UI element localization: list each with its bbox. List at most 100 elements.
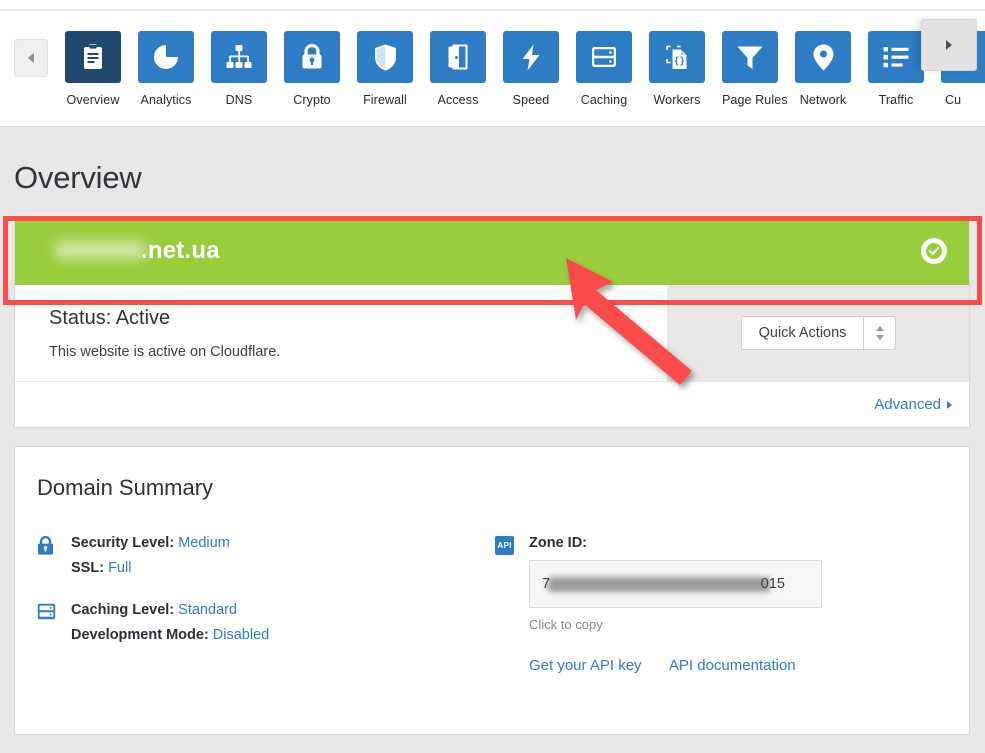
ssl-value[interactable]: Full	[108, 560, 131, 576]
api-badge-text: API	[495, 536, 514, 555]
nav-tile-analytics	[138, 31, 194, 83]
summary-group-security: Security Level: Medium SSL: Full	[37, 535, 485, 576]
nav-items-container: Overview Analytics DNS Crypto Firewall A…	[0, 31, 985, 121]
quick-actions-dropdown[interactable]: Quick Actions	[740, 316, 897, 350]
summary-lines-security: Security Level: Medium SSL: Full	[71, 535, 485, 576]
database-icon	[37, 602, 71, 620]
nav-item-network[interactable]: Network	[795, 31, 851, 107]
nav-item-traffic[interactable]: Traffic	[868, 31, 924, 107]
nav-item-dns[interactable]: DNS	[211, 31, 267, 107]
nav-scroll-right-button[interactable]	[921, 19, 977, 71]
nav-tile-dns	[211, 31, 267, 83]
development-mode-label: Development Mode:	[71, 627, 209, 643]
domain-summary-card: Domain Summary Security Level: Medium SS…	[14, 446, 970, 735]
nav-label-network: Network	[799, 93, 847, 107]
caching-level-value[interactable]: Standard	[178, 602, 237, 618]
advanced-link[interactable]: Advanced	[874, 396, 952, 413]
api-badge-icon: API	[495, 535, 529, 555]
browser-top-strip	[0, 0, 985, 10]
nav-tile-page-rules	[722, 31, 778, 83]
nav-tile-crypto	[284, 31, 340, 83]
nav-label-analytics: Analytics	[140, 93, 192, 107]
redaction-overlay	[548, 577, 770, 592]
clipboard-icon	[84, 44, 102, 69]
development-mode-value[interactable]: Disabled	[213, 627, 269, 643]
nav-label-speed: Speed	[512, 93, 550, 107]
nav-item-page-rules[interactable]: Page Rules	[722, 31, 788, 107]
summary-line-security-level: Security Level: Medium	[71, 535, 485, 551]
pie-chart-icon	[154, 45, 178, 69]
cloudflare-dashboard: Overview Analytics DNS Crypto Firewall A…	[0, 0, 985, 753]
security-level-value[interactable]: Medium	[178, 535, 230, 551]
svg-text:{}: {}	[674, 56, 685, 67]
domain-summary-title: Domain Summary	[37, 475, 214, 500]
chevron-right-icon	[946, 40, 952, 50]
summary-group-caching: Caching Level: Standard Development Mode…	[37, 602, 485, 643]
nav-item-overview[interactable]: Overview	[65, 31, 121, 107]
nav-label-caching: Caching	[580, 93, 628, 107]
advanced-row: Advanced	[15, 381, 969, 427]
list-icon	[883, 47, 909, 68]
status-description: This website is active on Cloudflare.	[49, 344, 281, 360]
summary-group-api: API Zone ID: 7 015 Click to copy Get you…	[495, 535, 969, 674]
funnel-icon	[737, 46, 763, 69]
nav-item-workers[interactable]: {} Workers	[649, 31, 705, 107]
zone-id-field[interactable]: 7 015	[529, 560, 822, 608]
summary-line-caching-level: Caching Level: Standard	[71, 602, 485, 618]
nav-item-crypto[interactable]: Crypto	[284, 31, 340, 107]
page-content: Overview .net.ua Status: Active This web…	[0, 128, 985, 753]
api-links: Get your API key API documentation	[529, 657, 969, 674]
database-icon	[592, 47, 616, 67]
security-level-label: Security Level:	[71, 535, 175, 551]
summary-lines-api: Zone ID: 7 015 Click to copy Get your AP…	[529, 535, 969, 674]
zone-id-suffix: 015	[760, 576, 785, 592]
nav-label-custom-pages: Cu	[945, 93, 962, 107]
map-pin-icon	[813, 44, 833, 70]
ssl-label: SSL:	[71, 560, 105, 576]
nav-scroll-left-button[interactable]	[14, 39, 48, 77]
domain-summary-columns: Security Level: Medium SSL: Full Caching…	[15, 535, 969, 700]
nav-item-access[interactable]: Access	[430, 31, 486, 107]
lock-icon	[37, 535, 71, 556]
quick-actions-panel: Quick Actions	[668, 285, 969, 381]
nav-label-traffic: Traffic	[878, 93, 914, 107]
zone-id-prefix: 7	[542, 576, 551, 592]
summary-lines-caching: Caching Level: Standard Development Mode…	[71, 602, 485, 643]
nav-label-crypto: Crypto	[293, 93, 331, 107]
zone-banner: .net.ua	[15, 217, 969, 285]
nav-label-firewall: Firewall	[363, 93, 407, 107]
nav-tile-firewall	[357, 31, 413, 83]
advanced-label: Advanced	[874, 396, 941, 413]
chevron-down-icon	[875, 335, 884, 340]
lock-icon	[302, 44, 322, 69]
domain-summary-right-column: API Zone ID: 7 015 Click to copy Get you…	[485, 535, 969, 700]
nav-tile-network	[795, 31, 851, 83]
zone-domain-name: .net.ua	[35, 237, 220, 265]
nav-label-overview: Overview	[66, 93, 120, 107]
zone-domain-suffix: .net.ua	[141, 237, 220, 264]
door-icon	[448, 44, 468, 70]
lightning-icon	[522, 44, 540, 70]
nav-item-analytics[interactable]: Analytics	[138, 31, 194, 107]
get-api-key-link[interactable]: Get your API key	[529, 657, 642, 674]
nav-tile-caching	[576, 31, 632, 83]
click-to-copy-hint: Click to copy	[529, 617, 603, 632]
zone-status-card: .net.ua Status: Active This website is a…	[14, 216, 970, 428]
nav-label-dns: DNS	[225, 93, 253, 107]
shield-icon	[374, 44, 396, 70]
caching-level-label: Caching Level:	[71, 602, 175, 618]
nav-item-firewall[interactable]: Firewall	[357, 31, 413, 107]
redaction-overlay	[55, 241, 145, 259]
nav-label-workers: Workers	[653, 93, 701, 107]
nav-tile-access	[430, 31, 486, 83]
api-documentation-link[interactable]: API documentation	[669, 657, 796, 674]
zone-id-label: Zone ID:	[529, 535, 587, 551]
stepper-updown-icon[interactable]	[863, 317, 895, 349]
nav-tile-traffic	[868, 31, 924, 83]
status-body: Status: Active This website is active on…	[15, 285, 969, 381]
nav-item-speed[interactable]: Speed	[503, 31, 559, 107]
check-circle-icon	[921, 238, 947, 264]
sitemap-icon	[226, 45, 252, 68]
status-heading: Status: Active	[49, 307, 171, 329]
nav-item-caching[interactable]: Caching	[576, 31, 632, 107]
